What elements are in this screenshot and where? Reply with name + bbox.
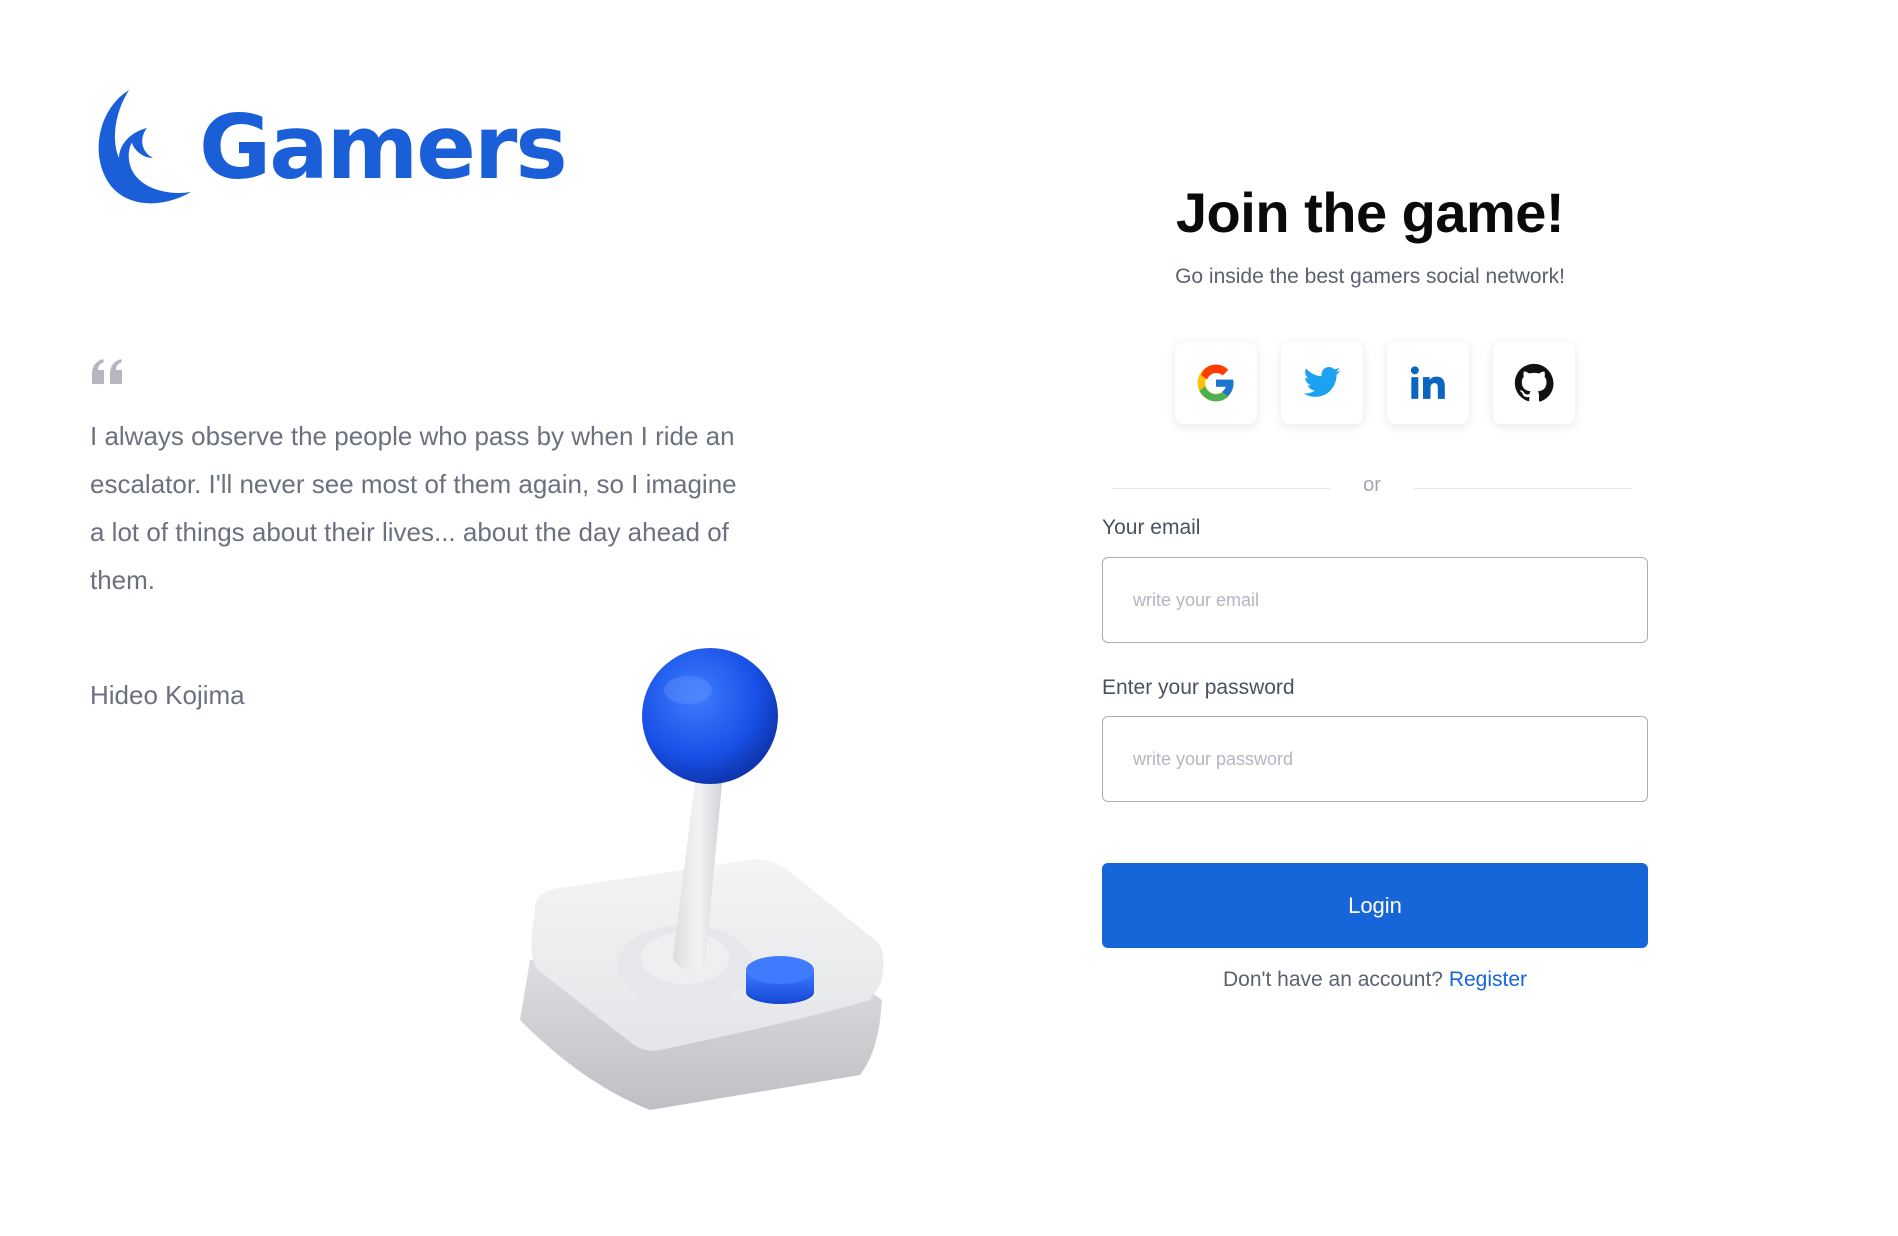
brand-logo[interactable]: Gamers xyxy=(89,88,568,208)
gamers-logo-icon xyxy=(98,90,191,204)
password-label: Enter your password xyxy=(1102,676,1295,699)
twitter-login-button[interactable] xyxy=(1281,342,1363,424)
github-icon xyxy=(1514,363,1554,402)
quote-icon xyxy=(92,359,122,384)
register-prompt: Don't have an account? xyxy=(1222,968,1443,991)
login-button[interactable]: Login xyxy=(1102,863,1648,948)
page-subtitle: Go inside the best gamers social network… xyxy=(1175,265,1565,288)
joystick-illustration xyxy=(520,648,884,1110)
divider-text: or xyxy=(1363,474,1381,496)
quote-author: Hideo Kojima xyxy=(90,680,245,710)
twitter-icon xyxy=(1303,367,1341,397)
github-login-button[interactable] xyxy=(1493,342,1575,424)
register-link[interactable]: Register xyxy=(1449,968,1527,991)
quote-text: I always observe the people who pass by … xyxy=(90,421,737,595)
linkedin-login-button[interactable] xyxy=(1387,342,1469,424)
email-label: Your email xyxy=(1102,516,1201,539)
login-page: Gamers I always observe the people who p… xyxy=(0,0,1898,1236)
social-login-group xyxy=(1175,342,1575,424)
google-login-button[interactable] xyxy=(1175,342,1257,424)
brand-name: Gamers xyxy=(199,96,568,199)
email-field[interactable] xyxy=(1102,557,1648,643)
linkedin-icon xyxy=(1410,366,1445,399)
google-icon xyxy=(1197,364,1234,402)
or-divider: or xyxy=(1112,474,1632,504)
divider-line-right xyxy=(1414,488,1632,489)
password-field[interactable] xyxy=(1102,716,1648,802)
page-title: Join the game! xyxy=(1175,181,1565,244)
register-row: Don't have an account? Register xyxy=(1090,968,1660,992)
